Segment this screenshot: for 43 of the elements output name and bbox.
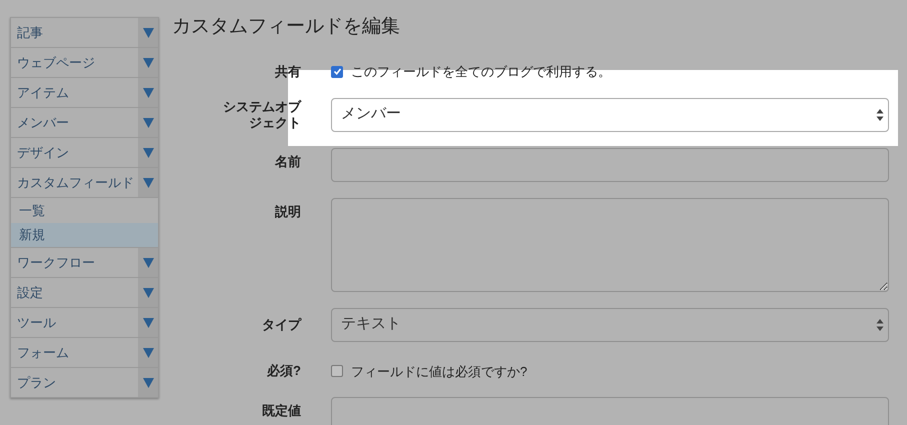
caret-icon — [142, 58, 154, 68]
sidebar-item[interactable]: アイテム — [11, 78, 158, 108]
caret-icon — [142, 178, 154, 188]
checkbox-label: フィールドに値は必須ですか? — [351, 362, 528, 380]
text-field[interactable] — [331, 148, 889, 182]
field-label: 説明 — [275, 204, 301, 218]
checkbox[interactable] — [331, 66, 343, 78]
field-label: 名前 — [275, 154, 301, 168]
field-label: システムオブジェクト — [223, 98, 301, 130]
field-label: 必須? — [267, 363, 301, 378]
sidebar-item[interactable]: メンバー — [11, 108, 158, 138]
field-label: 共有 — [275, 64, 301, 79]
sidebar-item[interactable]: フォーム — [11, 338, 158, 368]
sidebar-item[interactable]: カスタムフィールド — [11, 168, 158, 198]
caret-icon — [142, 118, 154, 128]
caret-icon — [142, 28, 154, 38]
caret-icon — [142, 258, 154, 268]
up-down-icon — [876, 108, 884, 122]
submenu-item[interactable]: 新規 — [11, 223, 158, 248]
caret-icon — [142, 348, 154, 358]
sidebar-item[interactable]: 記事 — [11, 18, 158, 48]
caret-icon — [142, 318, 154, 328]
sidebar-item[interactable]: ウェブページ — [11, 48, 158, 78]
select-field[interactable]: テキスト — [331, 308, 889, 342]
sidebar-item[interactable]: ツール — [11, 308, 158, 338]
caret-icon — [142, 288, 154, 298]
caret-icon — [142, 378, 154, 388]
caret-icon — [142, 88, 154, 98]
caret-icon — [142, 148, 154, 158]
submenu-item[interactable]: 一覧 — [11, 198, 158, 223]
sidebar-item[interactable]: ワークフロー — [11, 248, 158, 278]
field-label: 既定値 — [262, 403, 301, 418]
sidebar-item[interactable]: デザイン — [11, 138, 158, 168]
text-area[interactable] — [331, 198, 889, 292]
sidebar-item[interactable]: プラン — [11, 368, 158, 398]
select-field[interactable]: メンバー — [331, 98, 889, 132]
sidebar-item[interactable]: 設定 — [11, 278, 158, 308]
checkbox-label: このフィールドを全てのブログで利用する。 — [351, 63, 611, 81]
field-label: タイプ — [262, 316, 301, 332]
page-title: カスタムフィールドを編集 — [172, 15, 401, 39]
checkbox[interactable] — [331, 365, 343, 378]
up-down-icon — [876, 318, 884, 332]
text-field[interactable] — [331, 397, 889, 425]
